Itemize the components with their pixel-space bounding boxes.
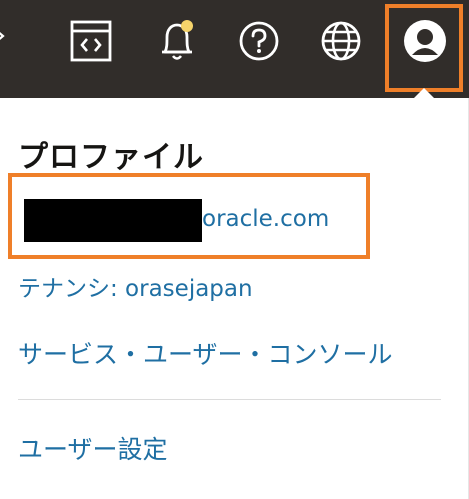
- notification-dot: [181, 20, 193, 32]
- code-editor-button[interactable]: [62, 12, 120, 70]
- tenancy-link[interactable]: テナンシ: orasejapan: [18, 269, 253, 303]
- help-icon: [239, 21, 279, 61]
- profile-menu: プロファイル oracle.com テナンシ: orasejapan サービス・…: [0, 98, 469, 499]
- user-settings-link[interactable]: ユーザー設定: [18, 430, 168, 466]
- chevron-left-icon[interactable]: [0, 28, 8, 44]
- menu-title: プロファイル: [18, 140, 204, 175]
- service-user-console-link[interactable]: サービス・ユーザー・コンソール: [18, 335, 393, 371]
- user-email-domain: oracle.com: [202, 206, 330, 232]
- user-email-row[interactable]: oracle.com: [8, 173, 370, 259]
- language-button[interactable]: [312, 12, 370, 70]
- code-editor-icon: [70, 20, 112, 62]
- notifications-button[interactable]: [148, 12, 206, 70]
- language-globe-icon: [321, 21, 361, 61]
- menu-divider: [18, 399, 441, 400]
- redacted-email-block: [24, 199, 202, 242]
- profile-button-highlight: [385, 4, 463, 92]
- top-navigation-bar: [0, 0, 469, 98]
- notification-bell-icon: [162, 20, 193, 60]
- help-button[interactable]: [230, 12, 288, 70]
